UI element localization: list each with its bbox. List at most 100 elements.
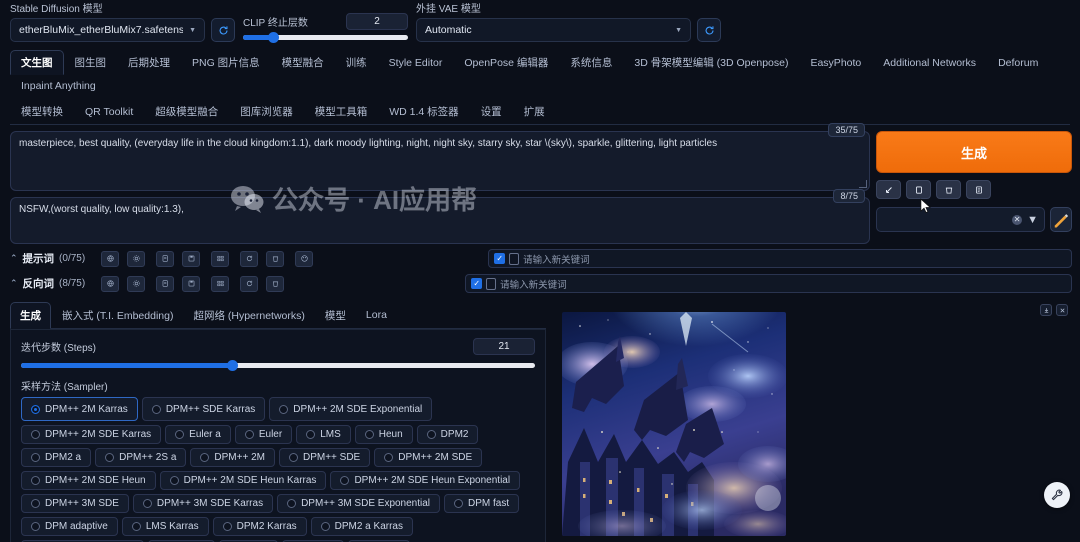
main-tab-11[interactable]: Additional Networks	[872, 52, 987, 74]
main-tab-3[interactable]: PNG 图片信息	[181, 50, 271, 75]
styles-dropdown[interactable]: ✕ ▼	[876, 207, 1045, 232]
sampler-option-11[interactable]: DPM++ 2M	[190, 448, 275, 467]
main-tab-4[interactable]: 模型融合	[271, 50, 335, 75]
clear-prompt-button[interactable]	[906, 180, 931, 199]
keyword-refresh-icon-button[interactable]	[240, 275, 259, 292]
settings-subtab-4[interactable]: Lora	[357, 304, 396, 326]
main-tab-7[interactable]: OpenPose 编辑器	[453, 50, 559, 75]
slider-knob[interactable]	[226, 359, 238, 371]
main-tab-12[interactable]: Deforum	[987, 52, 1049, 74]
settings-subtab-2[interactable]: 超网络 (Hypernetworks)	[184, 303, 313, 328]
apply-style-button[interactable]	[966, 180, 991, 199]
sampler-option-17[interactable]: DPM++ 3M SDE	[21, 494, 129, 513]
keyword-save-icon-button[interactable]	[182, 275, 201, 292]
main-tab-secondary-2[interactable]: 超级模型融合	[144, 99, 229, 124]
main-tab-secondary-4[interactable]: 模型工具箱	[304, 99, 379, 124]
main-tab-secondary-1[interactable]: QR Toolkit	[74, 101, 144, 123]
keyword-palette-icon-button[interactable]	[295, 250, 314, 267]
resize-handle[interactable]	[859, 180, 867, 188]
keyword-gear-icon-button[interactable]	[127, 275, 146, 292]
positive-prompt-input[interactable]: 35/75 masterpiece, best quality, (everyd…	[10, 123, 870, 191]
sampler-option-20[interactable]: DPM fast	[444, 494, 520, 513]
keyword-secondary-checkbox[interactable]	[509, 252, 520, 265]
sampler-option-9[interactable]: DPM2 a	[21, 448, 92, 467]
keyword-globe-icon-button[interactable]	[101, 275, 120, 292]
keyword-refresh-icon-button[interactable]	[240, 250, 259, 267]
main-tab-13[interactable]: Inpaint Anything	[10, 75, 107, 97]
sampler-option-10[interactable]: DPM++ 2S a	[95, 448, 187, 467]
sampler-option-23[interactable]: DPM2 Karras	[212, 517, 307, 536]
keyword-enable-checkbox[interactable]: ✓	[494, 253, 506, 264]
settings-subtab-1[interactable]: 嵌入式 (T.I. Embedding)	[53, 303, 182, 328]
keyword-trash-icon-button[interactable]	[266, 275, 285, 292]
close-image-button[interactable]	[1056, 304, 1068, 316]
sampler-option-1[interactable]: DPM++ SDE Karras	[141, 397, 266, 421]
keyword-gear-icon-button[interactable]	[127, 250, 146, 267]
main-tab-secondary-3[interactable]: 图库浏览器	[229, 99, 304, 124]
sampler-option-16[interactable]: DPM++ 2M SDE Heun Exponential	[330, 471, 521, 490]
sampler-option-2[interactable]: DPM++ 2M SDE Exponential	[269, 397, 433, 421]
sampler-option-7[interactable]: Heun	[354, 425, 413, 444]
sampler-option-3[interactable]: DPM++ 2M SDE Karras	[21, 425, 162, 444]
sampler-option-21[interactable]: DPM adaptive	[21, 517, 118, 536]
main-tab-2[interactable]: 后期处理	[117, 50, 181, 75]
sampler-option-22[interactable]: LMS Karras	[121, 517, 209, 536]
keyword-edit-note-icon-button[interactable]	[156, 275, 175, 292]
floating-settings-button[interactable]	[1044, 482, 1070, 508]
keyword-enable-checkbox[interactable]: ✓	[471, 278, 483, 289]
sampler-option-0[interactable]: DPM++ 2M Karras	[21, 397, 138, 421]
refresh-vae-button[interactable]	[697, 18, 721, 42]
checkpoint-dropdown[interactable]: etherBluMix_etherBluMix7.safetensors [6 …	[10, 18, 205, 42]
chevron-up-icon[interactable]: ⌃	[10, 253, 18, 264]
sampler-option-4[interactable]: Euler a	[165, 425, 231, 444]
generate-button[interactable]: 生成	[876, 131, 1072, 173]
sampler-option-13[interactable]: DPM++ 2M SDE	[374, 448, 483, 467]
main-tab-secondary-7[interactable]: 扩展	[513, 99, 556, 124]
keyword-globe-icon-button[interactable]	[101, 250, 120, 267]
clip-skip-slider[interactable]	[243, 31, 408, 43]
keyword-grid-icon-button[interactable]	[211, 275, 230, 292]
chevron-up-icon[interactable]: ⌃	[10, 278, 18, 289]
sampler-option-12[interactable]: DPM++ SDE	[278, 448, 371, 467]
settings-subtab-3[interactable]: 模型	[316, 303, 355, 328]
steps-value[interactable]: 21	[473, 338, 535, 355]
restore-progress-button[interactable]	[876, 180, 901, 199]
negative-prompt-input[interactable]: 8/75 NSFW,(worst quality, low quality:1.…	[10, 189, 870, 244]
sampler-option-8[interactable]: DPM2	[416, 425, 479, 444]
sampler-option-6[interactable]: LMS	[296, 425, 351, 444]
main-tab-0[interactable]: 文生图	[10, 50, 64, 75]
slider-knob[interactable]	[267, 31, 279, 43]
keyword-edit-note-icon-button[interactable]	[156, 250, 175, 267]
new-keyword-input[interactable]: ✓ 请输入新关键词	[465, 274, 1072, 293]
edit-styles-button[interactable]	[1050, 207, 1072, 232]
main-tab-10[interactable]: EasyPhoto	[799, 52, 872, 74]
generated-image[interactable]	[562, 312, 786, 536]
main-tab-secondary-0[interactable]: 模型转换	[10, 99, 74, 124]
steps-slider[interactable]	[21, 359, 535, 371]
main-tab-secondary-5[interactable]: WD 1.4 标签器	[378, 99, 469, 124]
main-tab-6[interactable]: Style Editor	[378, 52, 454, 74]
sampler-option-5[interactable]: Euler	[234, 425, 293, 444]
main-tab-5[interactable]: 训练	[335, 50, 378, 75]
delete-button[interactable]	[936, 180, 961, 199]
sampler-option-24[interactable]: DPM2 a Karras	[310, 517, 413, 536]
main-tab-8[interactable]: 系统信息	[559, 50, 623, 75]
main-tab-9[interactable]: 3D 骨架模型编辑 (3D Openpose)	[623, 50, 799, 75]
sampler-option-19[interactable]: DPM++ 3M SDE Exponential	[277, 494, 441, 513]
keyword-grid-icon-button[interactable]	[211, 250, 230, 267]
sampler-option-18[interactable]: DPM++ 3M SDE Karras	[132, 494, 274, 513]
sampler-option-14[interactable]: DPM++ 2M SDE Heun	[21, 471, 156, 490]
new-keyword-input[interactable]: ✓ 请输入新关键词	[488, 249, 1072, 268]
settings-subtab-0[interactable]: 生成	[10, 302, 51, 329]
download-image-button[interactable]	[1040, 304, 1052, 316]
keyword-trash-icon-button[interactable]	[266, 250, 285, 267]
sampler-option-15[interactable]: DPM++ 2M SDE Heun Karras	[159, 471, 327, 490]
main-tab-secondary-6[interactable]: 设置	[470, 99, 513, 124]
refresh-model-button[interactable]	[211, 18, 235, 42]
keyword-save-icon-button[interactable]	[182, 250, 201, 267]
clip-skip-value[interactable]: 2	[346, 13, 408, 30]
vae-dropdown[interactable]: Automatic ▼	[416, 18, 691, 42]
main-tab-1[interactable]: 图生图	[64, 50, 118, 75]
x-circle-icon[interactable]: ✕	[1012, 214, 1023, 225]
keyword-secondary-checkbox[interactable]	[486, 277, 497, 290]
